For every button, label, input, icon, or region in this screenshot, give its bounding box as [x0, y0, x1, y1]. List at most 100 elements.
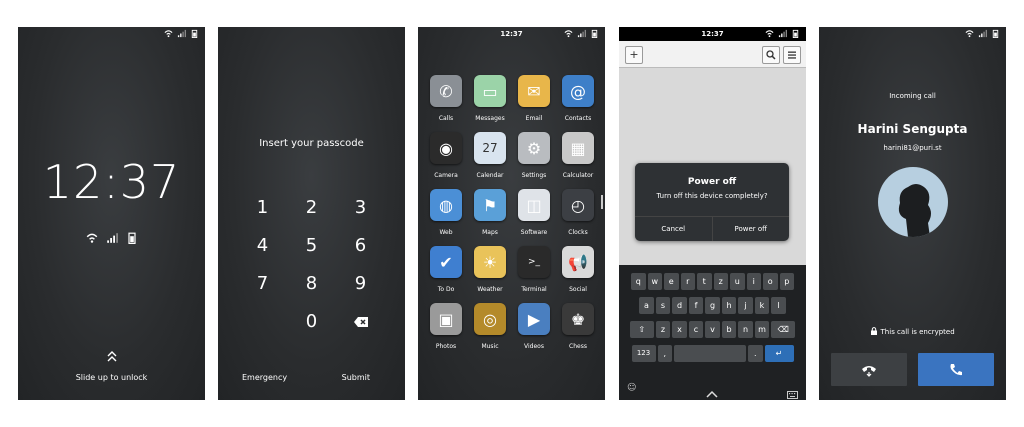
email-icon: ✉ — [518, 75, 550, 107]
emoji-icon[interactable]: ☺ — [627, 383, 636, 393]
power-off-button[interactable]: Power off — [711, 217, 790, 241]
key-2[interactable]: 2 — [287, 197, 336, 219]
cancel-button[interactable]: Cancel — [635, 217, 712, 241]
signal-icon — [177, 29, 186, 38]
shift-key[interactable]: ⇧ — [629, 321, 654, 338]
key-9[interactable]: 9 — [336, 273, 385, 295]
key-o[interactable]: o — [763, 273, 778, 290]
app-label: Software — [520, 229, 548, 236]
app-clocks[interactable]: ◴ Clocks — [556, 189, 600, 236]
app-contacts[interactable]: @ Contacts — [556, 75, 600, 122]
key-t[interactable]: t — [697, 273, 712, 290]
key-5[interactable]: 5 — [287, 235, 336, 257]
key-z[interactable]: z — [655, 321, 671, 338]
app-settings[interactable]: ⚙ Settings — [512, 132, 556, 179]
key-s[interactable]: s — [655, 297, 671, 314]
app-photos[interactable]: ▣ Photos — [424, 303, 468, 350]
scroll-indicator[interactable] — [601, 195, 603, 209]
key-f[interactable]: f — [688, 297, 704, 314]
app-label: Videos — [524, 343, 544, 350]
key-g[interactable]: g — [705, 297, 720, 314]
app-calendar[interactable]: 27 Calendar — [468, 132, 512, 179]
key-i[interactable]: i — [746, 273, 761, 290]
search-icon[interactable] — [762, 46, 780, 64]
key-q[interactable]: q — [631, 273, 646, 290]
videos-icon: ▶ — [518, 303, 550, 335]
key-h[interactable]: h — [721, 297, 737, 314]
app-camera[interactable]: ◉ Camera — [424, 132, 468, 179]
enter-key[interactable]: ↵ — [764, 345, 794, 362]
submit-button[interactable]: Submit — [342, 373, 370, 382]
app-calls[interactable]: ✆ Calls — [424, 75, 468, 122]
app-terminal[interactable]: >_ Terminal — [512, 246, 556, 293]
app-maps[interactable]: ⚑ Maps — [468, 189, 512, 236]
slide-up-icon[interactable] — [18, 349, 205, 368]
wifi-icon — [564, 30, 573, 38]
app-email[interactable]: ✉ Email — [512, 75, 556, 122]
slide-up-label: Slide up to unlock — [75, 373, 148, 382]
social-icon: 📢 — [562, 246, 594, 278]
backspace-key[interactable]: ⌫ — [771, 321, 796, 338]
app-to-do[interactable]: ✔ To Do — [424, 246, 468, 293]
key-d[interactable]: d — [672, 297, 687, 314]
app-software[interactable]: ◫ Software — [512, 189, 556, 236]
app-weather[interactable]: ☀ Weather — [468, 246, 512, 293]
key-6[interactable]: 6 — [336, 235, 385, 257]
key-4[interactable]: 4 — [238, 235, 287, 257]
status-bar: 12:37 — [418, 27, 605, 41]
hide-keyboard-icon[interactable] — [706, 383, 718, 400]
photos-icon: ▣ — [430, 303, 462, 335]
app-label: Terminal — [521, 286, 547, 293]
app-chess[interactable]: ♚ Chess — [556, 303, 600, 350]
key-x[interactable]: x — [672, 321, 687, 338]
space-key[interactable] — [674, 345, 746, 362]
key-l[interactable]: l — [771, 297, 786, 314]
backspace-icon[interactable] — [336, 311, 385, 333]
wifi-icon — [164, 30, 173, 38]
decline-call-button[interactable] — [831, 353, 907, 386]
app-social[interactable]: 📢 Social — [556, 246, 600, 293]
keyboard-icon[interactable] — [787, 384, 798, 400]
key-8[interactable]: 8 — [287, 273, 336, 295]
key-b[interactable]: b — [721, 321, 737, 338]
key-k[interactable]: k — [754, 297, 770, 314]
maps-icon: ⚑ — [474, 189, 506, 221]
key-u[interactable]: u — [730, 273, 745, 290]
menu-icon[interactable] — [783, 46, 801, 64]
app-music[interactable]: ◎ Music — [468, 303, 512, 350]
key-c[interactable]: c — [688, 321, 704, 338]
key-e[interactable]: e — [664, 273, 679, 290]
battery-icon — [992, 29, 999, 38]
emergency-button[interactable]: Emergency — [242, 373, 287, 382]
key-m[interactable]: m — [754, 321, 770, 338]
app-calculator[interactable]: ▦ Calculator — [556, 132, 600, 179]
accept-call-button[interactable] — [918, 353, 994, 386]
key-r[interactable]: r — [680, 273, 695, 290]
dialog-title: Power off — [687, 177, 737, 187]
app-label: Music — [481, 343, 499, 350]
app-videos[interactable]: ▶ Videos — [512, 303, 556, 350]
key-n[interactable]: n — [738, 321, 753, 338]
key-a[interactable]: a — [639, 297, 654, 314]
numbers-key[interactable]: 123 — [631, 345, 656, 362]
key-1[interactable]: 1 — [238, 197, 287, 219]
app-label: Calendar — [476, 172, 504, 179]
key-w[interactable]: w — [647, 273, 662, 290]
new-tab-button[interactable]: + — [625, 46, 643, 64]
todo-icon: ✔ — [430, 246, 462, 278]
period-key[interactable]: . — [748, 345, 763, 362]
app-messages[interactable]: ▭ Messages — [468, 75, 512, 122]
comma-key[interactable]: , — [657, 345, 672, 362]
signal-icon — [577, 29, 586, 38]
camera-icon: ◉ — [430, 132, 462, 164]
app-web[interactable]: ◍ Web — [424, 189, 468, 236]
app-label: Chess — [569, 343, 587, 350]
key-p[interactable]: p — [779, 273, 794, 290]
key-v[interactable]: v — [705, 321, 720, 338]
key-j[interactable]: j — [738, 297, 753, 314]
weather-icon: ☀ — [474, 246, 506, 278]
key-3[interactable]: 3 — [336, 197, 385, 219]
key-z[interactable]: z — [713, 273, 728, 290]
key-7[interactable]: 7 — [238, 273, 287, 295]
key-0[interactable]: 0 — [287, 311, 336, 333]
